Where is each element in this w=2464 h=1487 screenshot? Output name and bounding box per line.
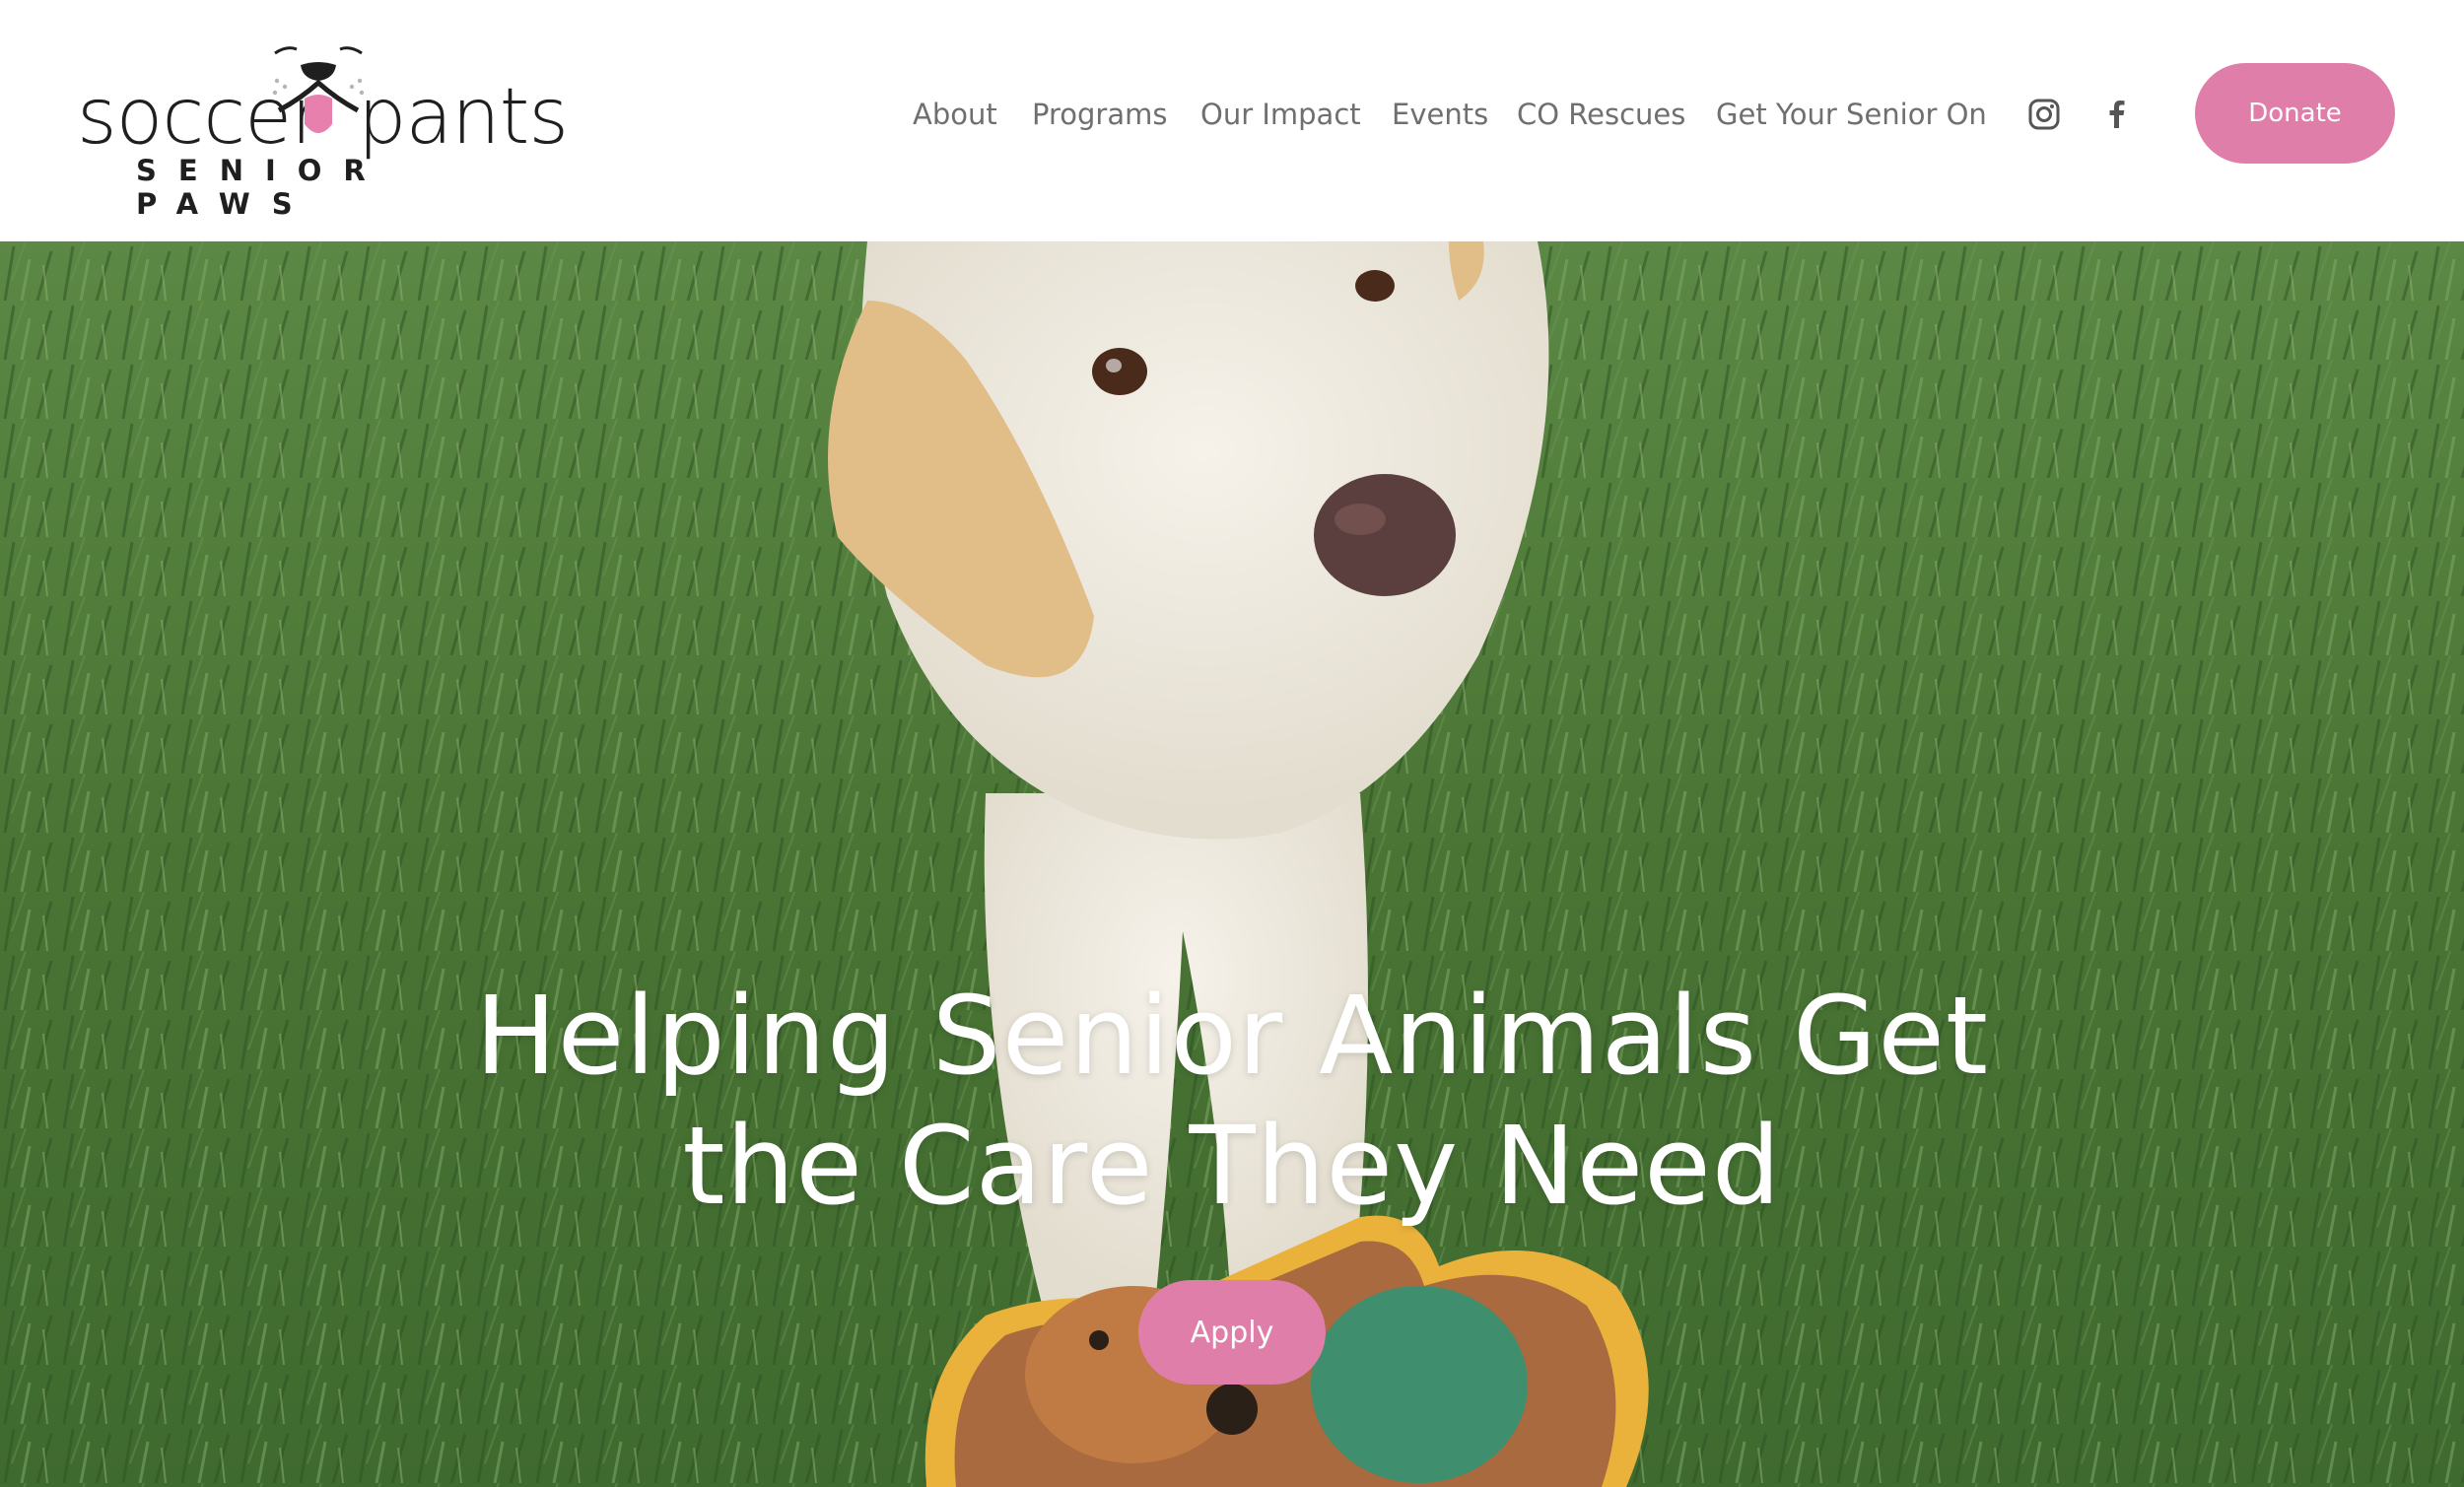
apply-button[interactable]: Apply xyxy=(1138,1280,1326,1385)
hero-title: Helping Senior Animals Get the Care They… xyxy=(246,971,2218,1231)
nav-item-get-your-senior-on[interactable]: Get Your Senior On xyxy=(1716,93,1987,136)
nav-item-about[interactable]: About xyxy=(913,93,997,136)
nav-item-programs[interactable]: Programs xyxy=(1032,93,1167,136)
hero-title-line-1: Helping Senior Animals Get xyxy=(474,973,1990,1099)
nav-item-co-rescues[interactable]: CO Rescues xyxy=(1517,93,1685,136)
donate-button[interactable]: Donate xyxy=(2195,63,2395,164)
site-logo[interactable]: soccer pants SENIOR PAWS xyxy=(77,39,569,221)
logo-word-right: pants xyxy=(358,73,569,162)
site-header: soccer pants SENIOR PAWS About Programs … xyxy=(0,0,2464,241)
logo-tagline: SENIOR PAWS xyxy=(136,154,387,221)
hero-section: Helping Senior Animals Get the Care They… xyxy=(0,241,2464,1487)
facebook-icon[interactable] xyxy=(2097,95,2137,134)
page: soccer pants SENIOR PAWS About Programs … xyxy=(0,0,2464,1487)
hero-title-line-2: the Care They Need xyxy=(682,1103,1782,1229)
nav-item-our-impact[interactable]: Our Impact xyxy=(1200,93,1361,136)
nav-item-events[interactable]: Events xyxy=(1392,93,1488,136)
instagram-icon[interactable] xyxy=(2024,95,2064,134)
